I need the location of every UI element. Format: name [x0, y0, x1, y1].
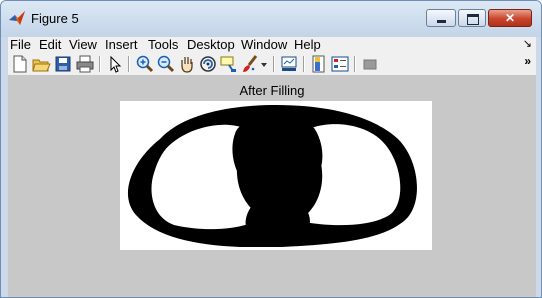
new-figure-icon[interactable] — [10, 54, 30, 74]
minimize-button[interactable] — [426, 9, 456, 27]
menu-desktop[interactable]: Desktop — [187, 38, 235, 52]
toolbar-separator — [273, 56, 275, 72]
filled-ct-image — [120, 101, 432, 250]
rotate-3d-icon[interactable] — [198, 54, 218, 74]
zoom-in-icon[interactable] — [135, 54, 155, 74]
toolbar-separator — [99, 56, 101, 72]
title-bar[interactable]: Figure 5 — [1, 1, 541, 37]
pan-hand-icon[interactable] — [177, 54, 197, 74]
menu-help[interactable]: Help — [294, 38, 321, 52]
image-axes[interactable] — [120, 101, 432, 250]
maximize-button[interactable] — [458, 9, 486, 27]
brush-dropdown-icon[interactable] — [258, 54, 270, 74]
menu-insert[interactable]: Insert — [105, 38, 138, 52]
menu-edit[interactable]: Edit — [39, 38, 61, 52]
menu-tools[interactable]: Tools — [148, 38, 178, 52]
figure-toolbar: » — [8, 53, 536, 76]
toolbar-separator — [354, 56, 356, 72]
data-cursor-icon[interactable] — [219, 54, 239, 74]
edit-plot-icon[interactable] — [105, 54, 125, 74]
link-plot-icon[interactable] — [279, 54, 299, 74]
window-title: Figure 5 — [31, 11, 79, 26]
axes-title: After Filling — [239, 83, 305, 98]
menu-overflow-icon[interactable]: ↘ — [523, 37, 532, 50]
menu-view[interactable]: View — [69, 38, 97, 52]
toolbar-separator — [303, 56, 305, 72]
toolbar-separator — [128, 56, 130, 72]
hide-plot-tools-icon[interactable] — [360, 54, 380, 74]
print-figure-icon[interactable] — [75, 54, 95, 74]
toolbar-overflow-icon[interactable]: » — [524, 54, 531, 68]
insert-legend-icon[interactable] — [330, 54, 350, 74]
zoom-out-icon[interactable] — [156, 54, 176, 74]
close-button[interactable] — [488, 9, 532, 27]
menu-bar: File Edit View Insert Tools Desktop Wind… — [8, 37, 536, 53]
brush-icon[interactable] — [240, 54, 260, 74]
insert-colorbar-icon[interactable] — [309, 54, 329, 74]
matlab-icon — [9, 11, 25, 25]
open-file-icon[interactable] — [31, 54, 51, 74]
save-figure-icon[interactable] — [53, 54, 73, 74]
menu-window[interactable]: Window — [241, 38, 287, 52]
figure-window: Figure 5 File Edit View Insert Tools Des… — [0, 0, 542, 298]
figure-canvas: After Filling — [8, 76, 536, 297]
menu-file[interactable]: File — [10, 38, 31, 52]
